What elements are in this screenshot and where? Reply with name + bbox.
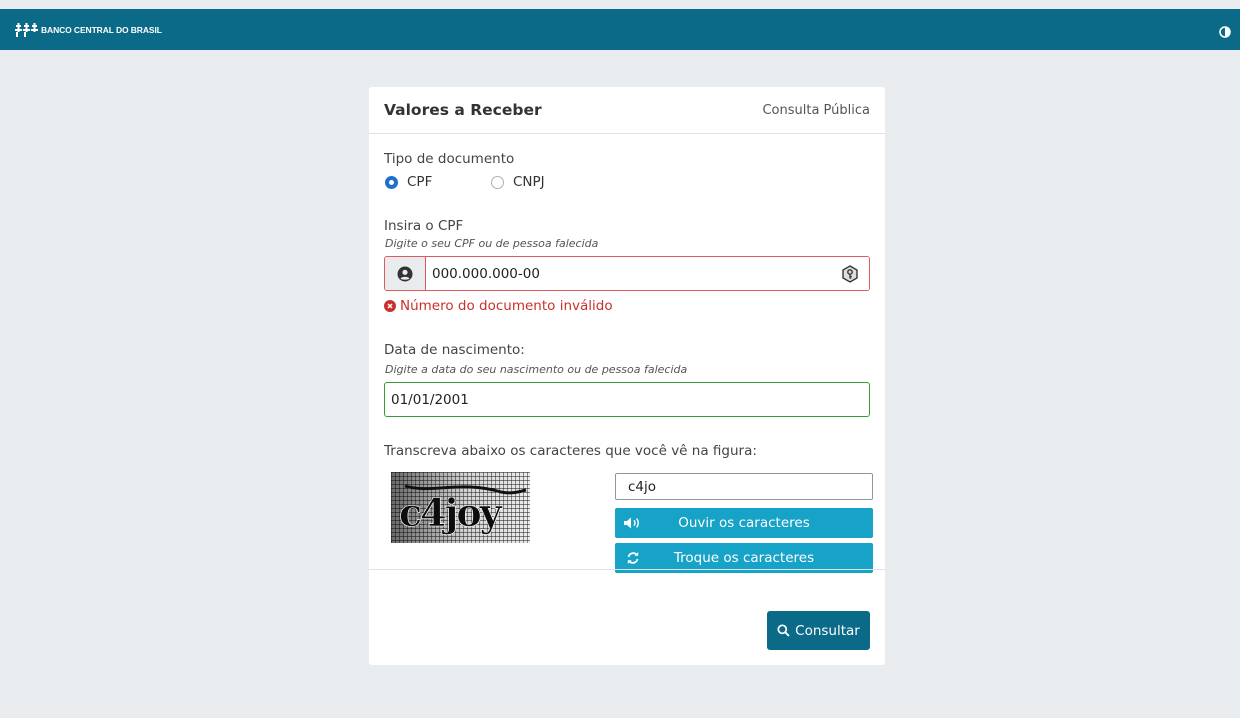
consultar-label: Consultar [795,622,860,639]
captcha-image-text: c4joy [399,490,503,535]
card-header: Valores a Receber Consulta Pública [369,87,885,134]
cpf-error-message: Número do documento inválido [384,298,613,314]
bcb-logo-icon [15,23,38,37]
radio-cnpj[interactable]: CNPJ [491,174,545,190]
radio-cnpj-label: CNPJ [513,174,545,190]
card-title: Valores a Receber [384,101,542,119]
radio-cpf-indicator[interactable] [385,175,398,189]
captcha-label: Transcreva abaixo os caracteres que você… [384,443,757,459]
captcha-image: c4joy [391,472,530,547]
user-icon [397,266,413,281]
search-icon [777,624,790,637]
doc-type-label: Tipo de documento [384,151,515,167]
refresh-icon [615,551,651,565]
cpf-hint: Digite o seu CPF ou de pessoa falecida [385,237,599,250]
speaker-icon [615,516,651,530]
bcb-logo-text: BANCO CENTRAL DO BRASIL [41,25,162,35]
top-bar: BANCO CENTRAL DO BRASIL [0,9,1240,50]
contrast-toggle[interactable] [1219,23,1231,42]
consultar-button[interactable]: Consultar [767,611,870,650]
captcha-input[interactable] [615,473,873,500]
user-addon [385,257,426,290]
listen-button[interactable]: Ouvir os caracteres [615,508,873,538]
cpf-error-text: Número do documento inválido [400,298,613,314]
birth-hint: Digite a data do seu nascimento ou de pe… [385,363,688,376]
cpf-input-group [384,256,870,291]
contrast-icon [1219,26,1231,38]
card-divider [369,569,885,570]
card-subtitle: Consulta Pública [762,102,870,118]
cpf-input[interactable] [426,257,869,290]
error-icon [384,300,396,312]
birth-date-input[interactable] [384,382,870,417]
consulta-card: Valores a Receber Consulta Pública Tipo … [369,87,885,665]
cpf-label: Insira o CPF [384,218,464,234]
bcb-logo[interactable]: BANCO CENTRAL DO BRASIL [14,22,162,38]
radio-cpf[interactable]: CPF [385,174,432,190]
refresh-label: Troque os caracteres [673,550,815,566]
birth-label: Data de nascimento: [384,342,525,358]
listen-label: Ouvir os caracteres [678,515,810,531]
key-icon[interactable] [841,265,859,287]
radio-cnpj-indicator[interactable] [491,175,504,189]
radio-cpf-label: CPF [407,174,433,190]
